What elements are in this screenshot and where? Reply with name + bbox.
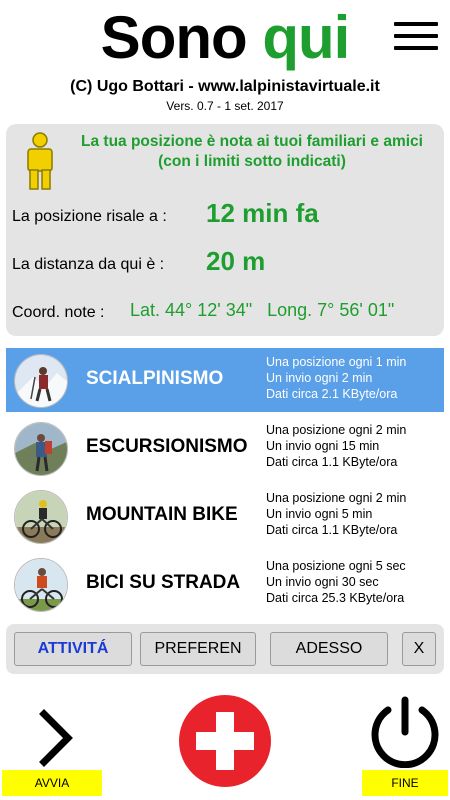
start-label[interactable]: AVVIA (2, 770, 102, 796)
bottom-controls: AVVIA FINE (0, 690, 450, 800)
version-text: Vers. 0.7 - 1 set. 2017 (166, 99, 284, 113)
activity-detail-line: Una posizione ogni 2 min (266, 423, 407, 437)
coordinates-value: Lat. 44° 12' 34" Long. 7° 56' 01" (130, 300, 395, 320)
activity-detail-line: Un invio ogni 30 sec (266, 575, 379, 589)
activity-detail-line: Dati circa 1.1 KByte/ora (266, 455, 398, 469)
activity-name: BICI SU STRADA (86, 572, 241, 593)
activity-details: Una posizione ogni 1 min Un invio ogni 2… (266, 354, 406, 402)
activity-detail-line: Una posizione ogni 1 min (266, 355, 407, 369)
notice-line-1: La tua posizione è nota ai tuoi familiar… (81, 133, 423, 150)
coordinates-label: Coord. note : (12, 304, 105, 321)
activity-detail-line: Una posizione ogni 5 sec (266, 559, 406, 573)
end-label[interactable]: FINE (362, 770, 448, 796)
notice-line-2: (con i limiti sotto indicati) (158, 153, 346, 170)
activity-detail-line: Un invio ogni 5 min (266, 507, 373, 521)
power-icon[interactable] (362, 696, 448, 768)
activity-item-escursionismo[interactable]: ESCURSIONISMO Una posizione ogni 2 min U… (6, 416, 444, 480)
ski-mountaineering-photo (14, 354, 68, 408)
red-cross-icon[interactable] (178, 694, 272, 788)
position-age-label: La posizione risale a : (12, 208, 167, 225)
activity-detail-line: Un invio ogni 2 min (266, 371, 373, 385)
app-title: Sono qui (0, 6, 450, 70)
activity-item-road-bike[interactable]: BICI SU STRADA Una posizione ogni 5 sec … (6, 552, 444, 616)
activity-detail-line: Un invio ogni 15 min (266, 439, 380, 453)
tab-bar: ATTIVITÁ PREFEREN ADESSO X (6, 624, 444, 674)
hiking-photo (14, 422, 68, 476)
activity-item-scialpinismo[interactable]: SCIALPINISMO Una posizione ogni 1 min Un… (6, 348, 444, 412)
person-icon (27, 132, 53, 190)
activity-name: ESCURSIONISMO (86, 436, 248, 457)
activity-name: MOUNTAIN BIKE (86, 504, 238, 525)
hamburger-menu-icon[interactable] (394, 22, 438, 52)
activity-item-mountain-bike[interactable]: MOUNTAIN BIKE Una posizione ogni 2 min U… (6, 484, 444, 548)
tab-now[interactable]: ADESSO (270, 632, 388, 666)
activity-detail-line: Una posizione ogni 2 min (266, 491, 407, 505)
activity-detail-line: Dati circa 25.3 KByte/ora (266, 591, 405, 605)
activity-details: Una posizione ogni 2 min Un invio ogni 1… (266, 422, 406, 470)
tab-preferences[interactable]: PREFEREN (140, 632, 256, 666)
activity-details: Una posizione ogni 2 min Un invio ogni 5… (266, 490, 406, 538)
distance-value: 20 m (206, 246, 266, 276)
position-info-panel: La tua posizione è nota ai tuoi familiar… (6, 124, 444, 336)
tab-close[interactable]: X (402, 632, 436, 666)
tab-activity[interactable]: ATTIVITÁ (14, 632, 132, 666)
activity-name: SCIALPINISMO (86, 368, 224, 389)
credit-text: (C) Ugo Bottari - www.lalpinistavirtuale… (70, 78, 380, 95)
app-title-part2: qui (262, 4, 350, 71)
visibility-notice: La tua posizione è nota ai tuoi familiar… (62, 132, 442, 172)
position-age-value: 12 min fa (206, 198, 319, 228)
activity-detail-line: Dati circa 1.1 KByte/ora (266, 523, 398, 537)
distance-label: La distanza da qui è : (12, 256, 165, 273)
activity-details: Una posizione ogni 5 sec Un invio ogni 3… (266, 558, 406, 606)
app-title-part1: Sono (100, 4, 248, 71)
activity-detail-line: Dati circa 2.1 KByte/ora (266, 387, 398, 401)
road-bike-photo (14, 558, 68, 612)
mountain-bike-photo (14, 490, 68, 544)
